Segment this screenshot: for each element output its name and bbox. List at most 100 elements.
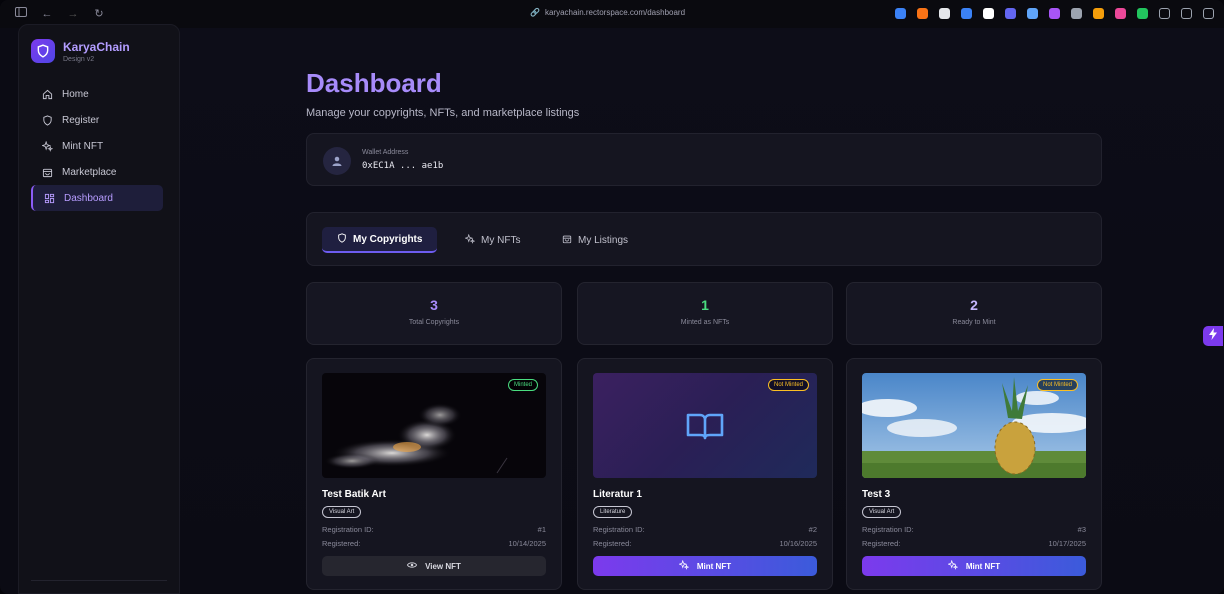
wallet-address[interactable]: 0xEC1A ... ae1b (362, 161, 443, 171)
sidebar-item-register[interactable]: Register (31, 107, 163, 133)
browser-extension-icon[interactable] (1049, 8, 1060, 19)
lightning-icon (1208, 327, 1218, 345)
browser-extension-icon[interactable] (1027, 8, 1038, 19)
reload-icon[interactable]: ↻ (92, 7, 106, 21)
meta-value: 10/14/2025 (508, 539, 546, 548)
sidebar-item-home[interactable]: Home (31, 81, 163, 107)
artwork-thumbnail[interactable]: Not Minted (862, 373, 1086, 478)
status-badge: Not Minted (767, 379, 809, 391)
stat-label: Ready to Mint (952, 319, 996, 326)
browser-extension-icon[interactable] (917, 8, 928, 19)
sidebar-item-label: Mint NFT (62, 140, 104, 152)
browser-extension-icon[interactable] (1093, 8, 1104, 19)
registration-id-row: Registration ID: #1 (322, 525, 546, 534)
browser-extension-icon[interactable] (939, 8, 950, 19)
store-icon (562, 234, 572, 247)
wallet-panel: Wallet Address 0xEC1A ... ae1b (306, 133, 1102, 186)
meta-value: #2 (808, 525, 817, 534)
tab-my-copyrights[interactable]: My Copyrights (322, 227, 438, 253)
artwork-thumbnail[interactable]: Minted (322, 373, 546, 478)
address-bar[interactable]: 🔗 karyachain.rectorspace.com/dashboard (530, 8, 685, 17)
sidebar-item-label: Dashboard (64, 192, 113, 204)
meta-value: 10/16/2025 (779, 539, 817, 548)
tab-label: My NFTs (481, 234, 521, 246)
eye-icon (406, 561, 418, 571)
sidebar-nav: Home Register Mint NFT Marketplace Dashb… (31, 81, 163, 211)
sidebar-item-label: Register (62, 114, 100, 126)
sparkle-icon (41, 140, 53, 152)
back-arrow-icon[interactable]: ← (40, 7, 54, 21)
link-icon: 🔗 (530, 8, 540, 17)
wallet-label: Wallet Address (362, 149, 409, 156)
sparkle-icon (678, 559, 690, 572)
status-badge: Minted (507, 379, 538, 391)
shield-logo-icon (31, 39, 55, 63)
registration-id-row: Registration ID: #2 (593, 525, 817, 534)
category-badge: Visual Art (862, 506, 902, 518)
browser-extension-icon[interactable] (1137, 8, 1148, 19)
tab-my-listings[interactable]: My Listings (547, 227, 643, 253)
sidebar-item-label: Marketplace (62, 166, 117, 178)
browser-extension-icon[interactable] (1159, 8, 1170, 19)
stat-value: 2 (970, 297, 978, 313)
stat-label: Minted as NFTs (680, 319, 730, 326)
extension-icons (895, 8, 1214, 19)
meta-label: Registration ID: (322, 525, 374, 534)
shield-icon (337, 232, 347, 246)
book-open-icon (685, 411, 725, 446)
copyright-card: Not Minted Literatur 1 Literature Regist… (577, 358, 833, 590)
browser-extension-icon[interactable] (1203, 8, 1214, 19)
mint-nft-button[interactable]: Mint NFT (862, 556, 1086, 576)
sidebar-item-mint-nft[interactable]: Mint NFT (31, 133, 163, 159)
stat-value: 1 (701, 297, 709, 313)
browser-extension-icon[interactable] (1181, 8, 1192, 19)
page-title: Dashboard (306, 68, 442, 98)
dashboard-icon (43, 192, 55, 204)
sparkle-icon (464, 233, 476, 247)
meta-value: 10/17/2025 (1048, 539, 1086, 548)
browser-extension-icon[interactable] (983, 8, 994, 19)
stat-minted-nfts: 1 Minted as NFTs (577, 282, 833, 345)
registration-id-row: Registration ID: #3 (862, 525, 1086, 534)
sidebar-item-dashboard[interactable]: Dashboard (31, 185, 163, 211)
view-nft-button[interactable]: View NFT (322, 556, 546, 576)
stat-label: Total Copyrights (408, 319, 460, 326)
lightning-fab-button[interactable] (1203, 326, 1223, 346)
sidebar-divider (31, 580, 167, 581)
home-icon (41, 88, 53, 100)
tab-label: My Copyrights (353, 233, 423, 245)
mint-nft-button[interactable]: Mint NFT (593, 556, 817, 576)
browser-extension-icon[interactable] (961, 8, 972, 19)
meta-label: Registered: (862, 539, 901, 548)
copyright-card: Not Minted Test 3 Visual Art Registratio… (846, 358, 1102, 590)
forward-arrow-icon[interactable]: → (66, 7, 80, 21)
registered-date-row: Registered: 10/14/2025 (322, 539, 546, 548)
meta-label: Registration ID: (593, 525, 645, 534)
meta-value: #3 (1077, 525, 1086, 534)
sidebar-toggle-icon[interactable] (14, 7, 28, 21)
brand-subtitle: Design v2 (63, 55, 95, 63)
tabs-panel: My Copyrights My NFTs My Listings (306, 212, 1102, 266)
card-title: Test 3 (862, 489, 891, 500)
stat-total-copyrights: 3 Total Copyrights (306, 282, 562, 345)
meta-label: Registered: (593, 539, 632, 548)
sidebar: KaryaChain Design v2 Home Register Mint … (18, 24, 180, 594)
stat-ready-to-mint: 2 Ready to Mint (846, 282, 1102, 345)
brand[interactable]: KaryaChain Design v2 (31, 39, 130, 63)
browser-extension-icon[interactable] (1071, 8, 1082, 19)
tab-my-nfts[interactable]: My NFTs (450, 227, 535, 253)
store-icon (41, 166, 53, 178)
shield-icon (41, 114, 53, 126)
sidebar-item-marketplace[interactable]: Marketplace (31, 159, 163, 185)
copyright-card: Minted Test Batik Art Visual Art Registr… (306, 358, 562, 590)
meta-label: Registration ID: (862, 525, 914, 534)
main-content: Dashboard Manage your copyrights, NFTs, … (180, 28, 1224, 594)
user-icon (323, 147, 351, 175)
artwork-thumbnail[interactable]: Not Minted (593, 373, 817, 478)
browser-extension-icon[interactable] (895, 8, 906, 19)
page-subtitle: Manage your copyrights, NFTs, and market… (306, 107, 580, 119)
browser-extension-icon[interactable] (1115, 8, 1126, 19)
browser-extension-icon[interactable] (1005, 8, 1016, 19)
meta-value: #1 (537, 525, 546, 534)
browser-nav-controls: ← → ↻ (14, 7, 106, 21)
